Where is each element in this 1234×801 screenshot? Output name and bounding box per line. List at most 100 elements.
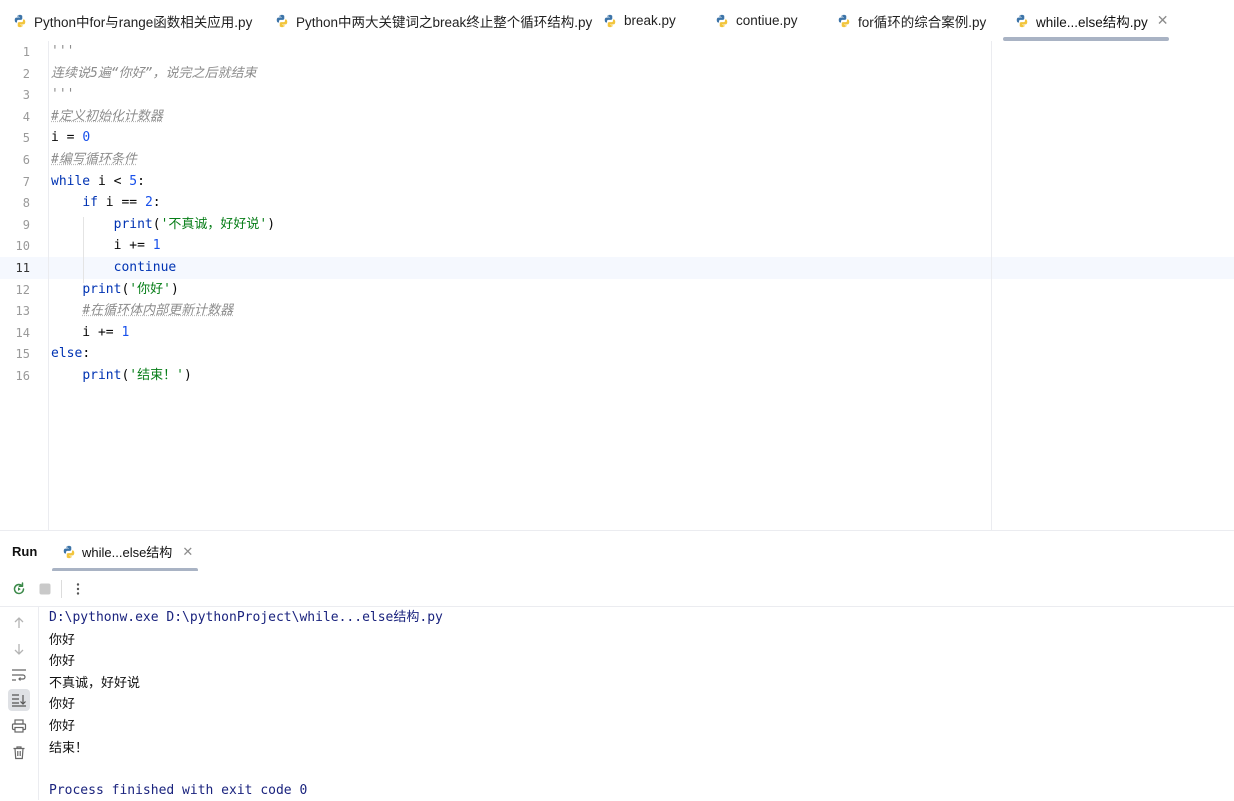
code-token: i < xyxy=(90,173,130,189)
tab-contiue[interactable]: contiue.py xyxy=(715,0,798,41)
code-line: ''' xyxy=(51,41,74,63)
code-token: : xyxy=(152,195,161,211)
code-token: if xyxy=(82,195,98,211)
code-token: i += xyxy=(51,238,153,254)
scroll-to-end-button[interactable] xyxy=(8,689,30,711)
line-number: 11 xyxy=(15,261,30,275)
tab-break-keywords[interactable]: Python中两大关键词之break终止整个循环结构.py xyxy=(275,0,592,41)
code-token: 0 xyxy=(82,130,91,146)
code-line: print('你好') xyxy=(51,279,179,301)
tab-break[interactable]: break.py xyxy=(603,0,676,41)
line-number: 16 xyxy=(15,369,30,383)
code-editor[interactable]: 1 ''' 2 连续说5遍“你好”，说完之后就结束 3 ''' 4 #定义初始化计数器 5 i =… xyxy=(0,41,1234,530)
tab-for-example[interactable]: for循环的综合案例.py xyxy=(837,0,986,41)
more-options-button[interactable] xyxy=(68,579,88,599)
console-output-line: 你好 xyxy=(49,717,76,733)
line-number: 15 xyxy=(15,347,30,362)
scroll-up-button[interactable] xyxy=(8,612,30,634)
code-line: if i == 2: xyxy=(51,192,161,214)
tab-while-else[interactable]: while...else结构.py ✕ xyxy=(1015,0,1169,41)
python-file-icon xyxy=(603,14,617,28)
code-token: ) xyxy=(183,368,192,383)
console-side-toolbar xyxy=(0,607,39,800)
console-output-line: 你好 xyxy=(49,696,76,712)
soft-wrap-button[interactable] xyxy=(8,664,30,686)
python-file-icon xyxy=(715,14,729,28)
code-token: ''' xyxy=(51,87,75,103)
tab-label: contiue.py xyxy=(736,13,798,28)
console-exit-message: Process finished with exit code 0 xyxy=(49,782,308,798)
scroll-down-button[interactable] xyxy=(8,638,30,660)
line-number: 6 xyxy=(22,153,30,167)
code-token: : xyxy=(137,173,145,189)
code-token: ''' xyxy=(51,44,75,59)
code-token: '结束！' xyxy=(129,368,184,383)
clear-console-button[interactable] xyxy=(8,741,30,763)
close-icon[interactable]: ✕ xyxy=(182,544,193,560)
code-token: #在循环体内部更新计数器 xyxy=(82,303,234,319)
line-number: 3 xyxy=(22,88,30,103)
code-line: print('不真诚，好好说') xyxy=(51,214,275,236)
tab-label: Python中两大关键词之break终止整个循环结构.py xyxy=(296,14,593,30)
python-file-icon xyxy=(13,14,27,28)
console-output-line: 结束！ xyxy=(49,739,89,755)
code-token: else xyxy=(51,346,83,362)
code-token: 1 xyxy=(152,238,161,254)
code-token: #定义初始化计数器 xyxy=(51,108,163,124)
line-number: 9 xyxy=(22,217,30,232)
code-token: 连续说5遍“你好”，说完之后就结束 xyxy=(51,65,257,81)
code-line: i += 1 xyxy=(51,322,129,344)
run-toolbar xyxy=(0,571,1234,607)
line-number: 1 xyxy=(22,45,30,59)
run-tab[interactable]: while...else结构 ✕ xyxy=(62,531,193,572)
tab-label: Python中for与range函数相关应用.py xyxy=(34,14,253,30)
close-icon[interactable]: ✕ xyxy=(1157,12,1169,29)
line-number: 5 xyxy=(22,131,30,146)
line-number: 14 xyxy=(15,325,30,340)
print-icon xyxy=(11,719,27,733)
console-output[interactable]: D:\pythonw.exe D:\pythonProject\while...… xyxy=(49,607,443,801)
toolbar-separator xyxy=(61,580,62,598)
print-button[interactable] xyxy=(8,715,30,737)
tab-label: while...else结构.py xyxy=(1036,14,1148,30)
right-margin-guide xyxy=(991,41,992,530)
code-token: ) xyxy=(170,281,179,297)
run-tab-label: while...else结构 xyxy=(82,545,173,560)
code-line: #定义初始化计数器 xyxy=(51,106,163,128)
code-token: continue xyxy=(113,260,177,275)
code-line: ''' xyxy=(51,84,74,106)
console-output-line: 你好 xyxy=(49,631,76,647)
editor-tab-bar: Python中for与range函数相关应用.py Python中两大关键词之b… xyxy=(0,0,1234,42)
python-file-icon xyxy=(275,14,289,28)
line-number: 2 xyxy=(22,66,30,81)
code-line: else: xyxy=(51,343,90,365)
code-line: print('结束！') xyxy=(51,365,192,387)
code-token: ) xyxy=(267,216,276,232)
code-token: i == xyxy=(97,195,145,211)
code-token: print xyxy=(82,368,122,383)
code-line: while i < 5: xyxy=(51,171,145,193)
rerun-button[interactable] xyxy=(9,579,29,599)
scroll-down-icon xyxy=(14,644,24,655)
tab-label: break.py xyxy=(624,13,676,28)
stop-button[interactable] xyxy=(35,579,55,599)
code-line: #编写循环条件 xyxy=(51,149,137,171)
tab-for-range[interactable]: Python中for与range函数相关应用.py xyxy=(13,0,252,41)
code-line: continue xyxy=(51,257,177,279)
console-command-line: D:\pythonw.exe D:\pythonProject\while...… xyxy=(49,610,443,625)
code-token: print xyxy=(113,216,153,232)
line-number: 13 xyxy=(15,304,30,319)
current-line-highlight xyxy=(0,257,1234,279)
code-token: '你好' xyxy=(129,281,171,297)
code-token: 5 xyxy=(129,173,138,189)
trash-icon xyxy=(13,745,25,759)
tab-label: for循环的综合案例.py xyxy=(858,14,987,30)
code-line: i = 0 xyxy=(51,127,90,149)
